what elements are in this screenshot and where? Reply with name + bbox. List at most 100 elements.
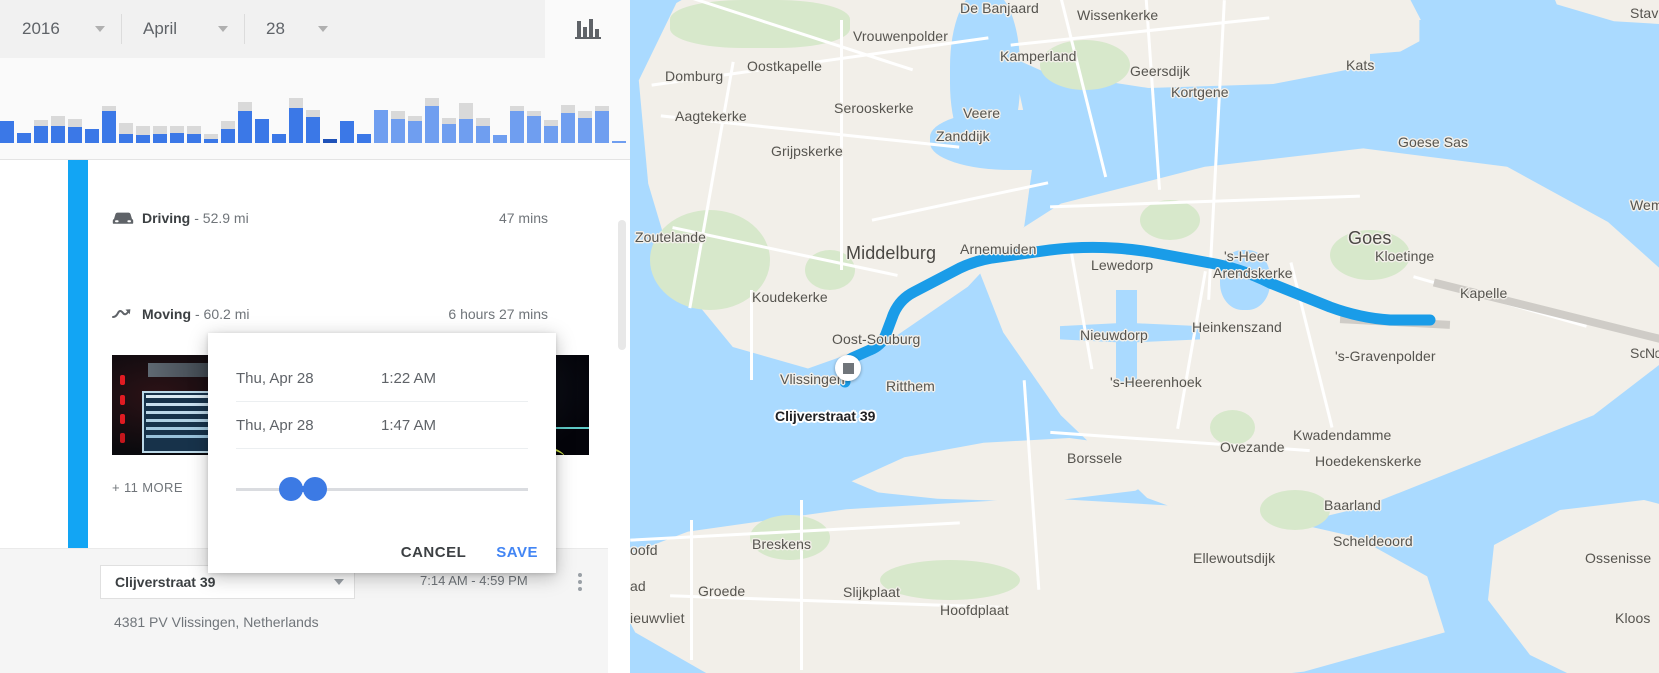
histogram-bar-activity: [459, 119, 473, 143]
histogram-bar[interactable]: [578, 110, 592, 143]
histogram-bar[interactable]: [612, 140, 626, 143]
cancel-button[interactable]: CANCEL: [401, 544, 467, 561]
day-value: 28: [266, 19, 285, 38]
panel-scrollbar-track[interactable]: [618, 160, 626, 673]
histogram-bar[interactable]: [85, 129, 99, 143]
histogram-bar[interactable]: [306, 109, 320, 143]
month-dropdown[interactable]: April: [121, 0, 244, 58]
histogram-bar[interactable]: [153, 125, 167, 143]
histogram-bar-activity: [136, 135, 150, 143]
route-path: [839, 241, 1436, 388]
histogram-bar[interactable]: [51, 116, 65, 143]
histogram-bar-activity: [442, 123, 456, 143]
bar-chart-icon: [574, 19, 601, 39]
photos-more-link[interactable]: + 11 MORE: [112, 480, 183, 495]
histogram-bar-activity: [255, 118, 269, 143]
save-button[interactable]: SAVE: [496, 544, 538, 561]
histogram-bar[interactable]: [544, 119, 558, 143]
histogram-bar-remainder: [289, 97, 303, 108]
histogram-bar[interactable]: [0, 121, 14, 143]
histogram-bar[interactable]: [340, 121, 354, 143]
histogram-bar[interactable]: [408, 116, 422, 143]
histogram-bar-activity: [289, 107, 303, 143]
slider-handle-end[interactable]: [302, 477, 327, 501]
histogram-bar[interactable]: [17, 132, 31, 143]
activity-title: Driving: [142, 210, 191, 226]
histogram-bar[interactable]: [272, 134, 286, 143]
histogram-bar-activity: [17, 132, 31, 143]
histogram-bar[interactable]: [357, 134, 371, 143]
histogram-bar[interactable]: [510, 105, 524, 143]
histogram-bar[interactable]: [34, 119, 48, 143]
histogram-bar[interactable]: [493, 135, 507, 143]
histogram-bar-activity: [578, 117, 592, 143]
histogram-bar[interactable]: [459, 103, 473, 143]
histogram-bar[interactable]: [425, 97, 439, 143]
histogram-bar-activity: [510, 111, 524, 143]
moving-icon: [112, 306, 142, 322]
histogram-bar[interactable]: [442, 117, 456, 143]
histogram-bar[interactable]: [136, 126, 150, 143]
histogram-bar-activity: [102, 110, 116, 143]
month-value: April: [143, 19, 178, 38]
histogram-bar-remainder: [153, 125, 167, 134]
histogram-bar-activity: [272, 134, 286, 143]
histogram-bar[interactable]: [119, 122, 133, 143]
histogram-bar[interactable]: [187, 125, 201, 143]
histogram-bar-activity: [68, 127, 82, 143]
histogram-bar-activity: [306, 117, 320, 143]
histogram-bar[interactable]: [323, 138, 337, 143]
place-address: 4381 PV Vlissingen, Netherlands: [114, 614, 319, 630]
chevron-down-icon: [318, 26, 328, 32]
place-time-range: 7:14 AM - 4:59 PM: [420, 573, 528, 588]
map-canvas[interactable]: De Banjaard Wissenkerke Vrouwenpolder Kampe…: [630, 0, 1659, 673]
histogram-bar-remainder: [306, 109, 320, 118]
histogram-bar[interactable]: [221, 121, 235, 143]
kebab-dot: [578, 587, 582, 591]
histogram-bar[interactable]: [561, 104, 575, 143]
histogram-bar-activity: [238, 110, 252, 143]
histogram-bar-remainder: [238, 101, 252, 111]
histogram-bar-activity: [340, 121, 354, 143]
dialog-end-row[interactable]: Thu, Apr 28 1:47 AM: [236, 402, 528, 449]
time-range-slider[interactable]: [236, 477, 528, 501]
histogram-bar-activity: [170, 132, 184, 143]
activity-row-driving[interactable]: Driving - 52.9 mi 47 mins: [112, 210, 548, 226]
dialog-start-date: Thu, Apr 28: [236, 369, 314, 387]
histogram-bar[interactable]: [102, 106, 116, 143]
histogram-bar-remainder: [391, 111, 405, 119]
histogram-bar[interactable]: [238, 101, 252, 143]
place-name: Clijverstraat 39: [115, 574, 216, 590]
histogram-bar[interactable]: [374, 109, 388, 143]
day-dropdown[interactable]: 28: [244, 0, 344, 58]
kebab-dot: [578, 580, 582, 584]
year-value: 2016: [22, 19, 60, 38]
activity-histogram[interactable]: [0, 58, 630, 160]
activity-distance: - 60.2 mi: [195, 306, 250, 322]
dialog-start-row[interactable]: Thu, Apr 28 1:22 AM: [236, 355, 528, 402]
histogram-bar[interactable]: [255, 118, 269, 143]
histogram-bars: [0, 71, 630, 143]
activity-row-moving[interactable]: Moving - 60.2 mi 6 hours 27 mins: [112, 306, 548, 322]
histogram-bar[interactable]: [391, 111, 405, 143]
histogram-bar[interactable]: [527, 111, 541, 143]
histogram-bar-activity: [374, 109, 388, 143]
histogram-bar[interactable]: [204, 134, 218, 143]
histogram-bar[interactable]: [595, 105, 609, 143]
year-dropdown[interactable]: 2016: [0, 0, 121, 58]
histogram-bar-activity: [476, 126, 490, 143]
histogram-bar-activity: [204, 138, 218, 143]
histogram-bar-activity: [357, 134, 371, 143]
histogram-bar-activity: [187, 133, 201, 143]
bar-chart-toggle-button[interactable]: [545, 0, 630, 58]
histogram-bar[interactable]: [68, 119, 82, 143]
place-marker[interactable]: [835, 355, 861, 381]
kebab-menu-icon[interactable]: [571, 567, 589, 597]
histogram-bar-remainder: [578, 110, 592, 118]
panel-scrollbar-thumb[interactable]: [618, 220, 626, 350]
histogram-bar[interactable]: [476, 117, 490, 143]
histogram-bar-activity: [323, 138, 337, 143]
edit-time-dialog: Thu, Apr 28 1:22 AM Thu, Apr 28 1:47 AM …: [208, 333, 556, 573]
histogram-bar[interactable]: [170, 125, 184, 143]
histogram-bar[interactable]: [289, 97, 303, 143]
